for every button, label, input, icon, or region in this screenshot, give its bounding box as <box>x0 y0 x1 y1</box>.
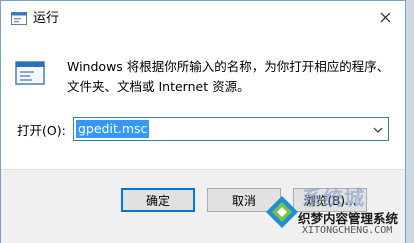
watermark-brand: 系统城 <box>302 186 365 210</box>
dropdown-button[interactable] <box>369 119 387 139</box>
dialog-content: Windows 将根据你所输入的名称，为你打开相应的程序、 文件夹、文档或 In… <box>1 37 405 169</box>
open-label: 打开(O): <box>17 123 66 138</box>
title-bar: 运行 <box>1 1 405 37</box>
close-icon <box>380 12 391 26</box>
site-watermark: 系统城 织梦内容管理系统 XITONGCHENG.COM <box>262 176 412 242</box>
description-line-2: 文件夹、文档或 Internet 资源。 <box>67 79 250 94</box>
window-title: 运行 <box>33 11 60 26</box>
run-dialog-icon <box>15 61 45 87</box>
run-app-icon <box>11 12 27 26</box>
close-button[interactable] <box>369 5 401 33</box>
chevron-down-icon <box>373 122 383 136</box>
watermark-logo-icon <box>266 196 298 228</box>
watermark-url: XITONGCHENG.COM <box>302 225 393 236</box>
description-line-1: Windows 将根据你所输入的名称，为你打开相应的程序、 <box>67 59 390 74</box>
open-input[interactable]: gpedit.msc <box>76 120 150 138</box>
ok-button[interactable]: 确定 <box>121 188 195 212</box>
open-combobox[interactable]: gpedit.msc <box>73 117 389 141</box>
